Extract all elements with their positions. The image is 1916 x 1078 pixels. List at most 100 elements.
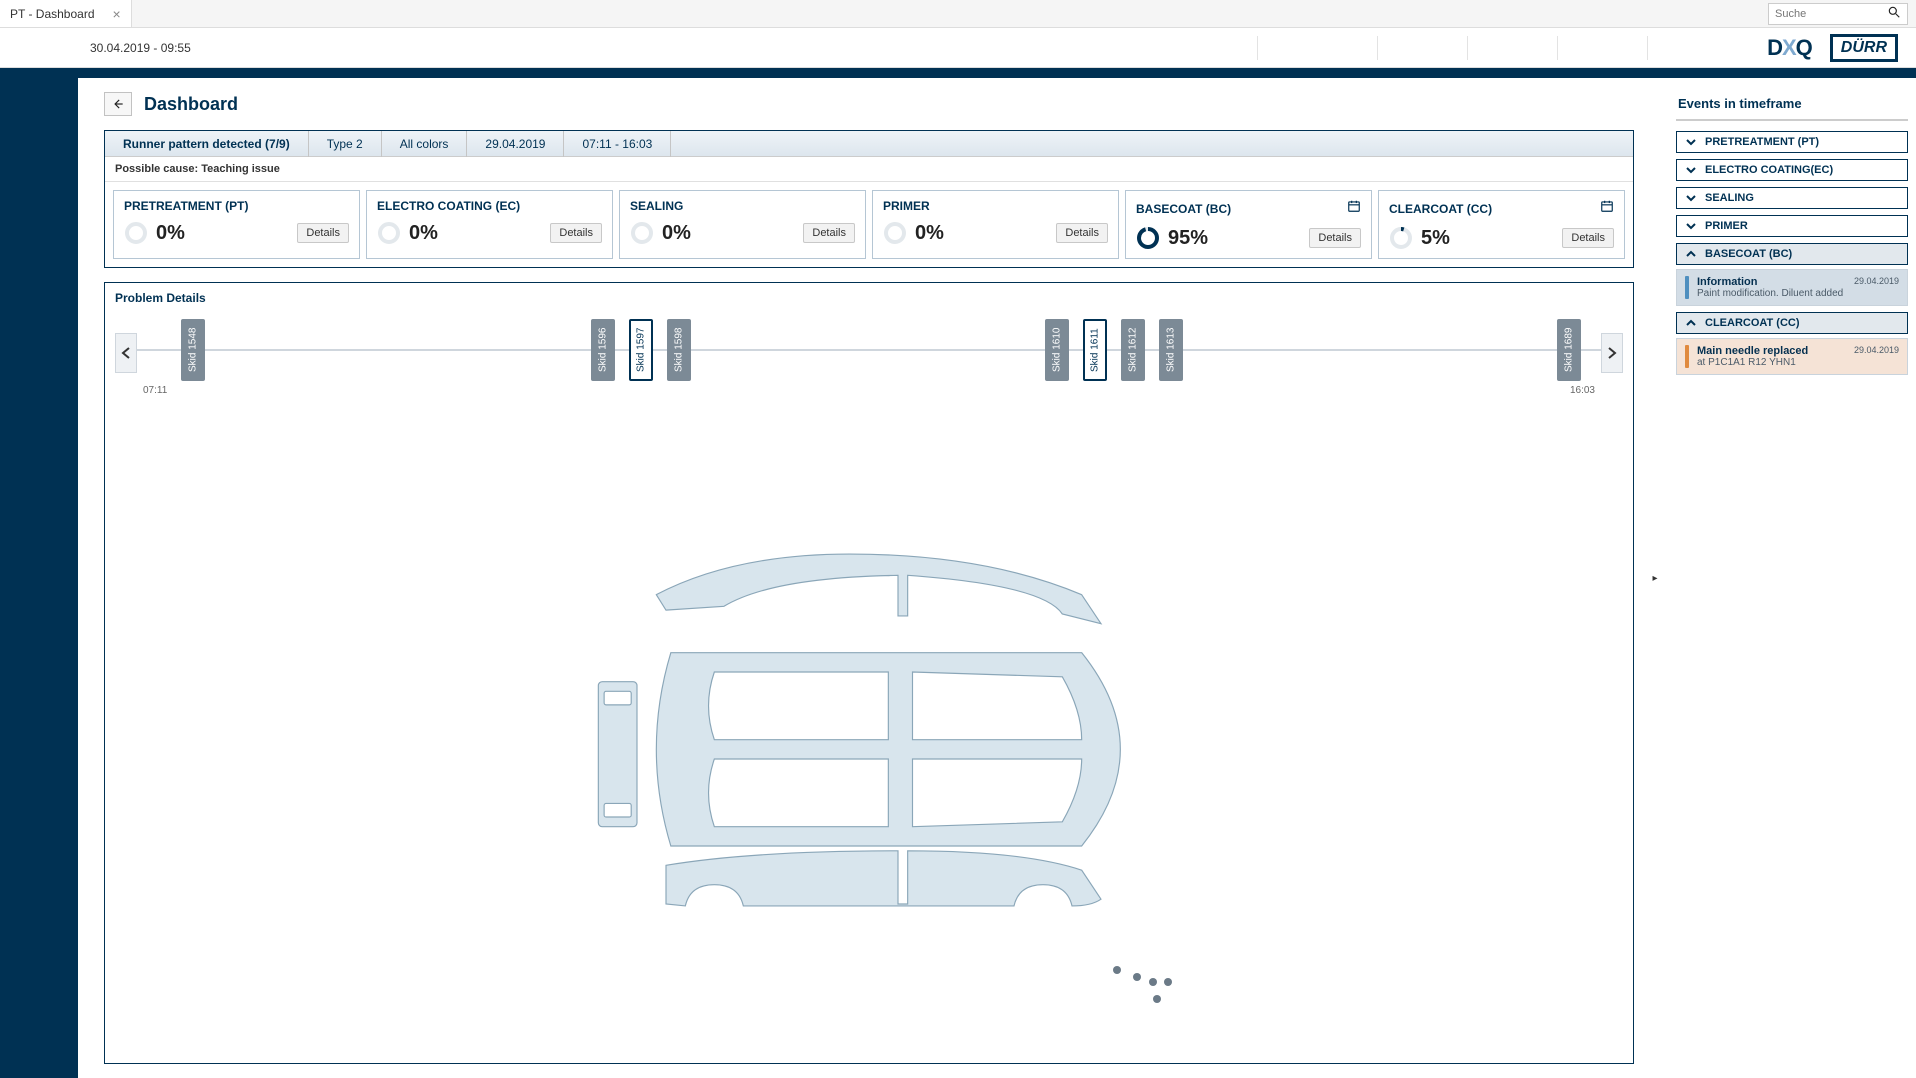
- stage-card-pt: PRETREATMENT (PT) 0% Details: [113, 190, 360, 259]
- timeline-prev-button[interactable]: [115, 333, 137, 373]
- progress-donut-icon: [1136, 226, 1160, 250]
- timeline-labels: 07:11 16:03: [121, 383, 1617, 396]
- calendar-icon[interactable]: [1600, 199, 1614, 218]
- details-button[interactable]: Details: [1056, 223, 1108, 243]
- event-group-header[interactable]: ELECTRO COATING(EC): [1676, 159, 1908, 181]
- timeline-end: 16:03: [1570, 385, 1595, 396]
- event-card[interactable]: InformationPaint modification. Diluent a…: [1676, 269, 1908, 306]
- title-row: Dashboard: [104, 92, 1634, 116]
- event-group-header[interactable]: PRIMER: [1676, 215, 1908, 237]
- progress-donut-icon: [124, 221, 148, 245]
- stage-percent: 0%: [156, 222, 185, 245]
- header: 30.04.2019 - 09:55 DXQ DÜRR: [0, 28, 1916, 68]
- stage-title: PRETREATMENT (PT): [124, 199, 248, 213]
- skid-marker[interactable]: Skid 1613: [1159, 319, 1183, 381]
- calendar-icon[interactable]: [1347, 199, 1361, 218]
- back-button[interactable]: [104, 92, 132, 116]
- chevron-down-icon: [1685, 192, 1697, 204]
- possible-cause: Possible cause: Teaching issue: [105, 157, 1633, 182]
- details-button[interactable]: Details: [550, 223, 602, 243]
- brand: DXQ DÜRR: [1737, 34, 1916, 62]
- stage-cards: PRETREATMENT (PT)0%DetailsELECTRO COATIN…: [105, 182, 1633, 267]
- timeline-line: [137, 349, 1601, 351]
- stage-card-ec: ELECTRO COATING (EC) 0% Details: [366, 190, 613, 259]
- chevron-right-icon: [1607, 347, 1617, 359]
- skid-marker[interactable]: Skid 1548: [181, 319, 205, 381]
- event-group-pt: PRETREATMENT (PT): [1676, 131, 1908, 153]
- close-icon[interactable]: ×: [113, 6, 121, 22]
- tab-bar: PT - Dashboard ×: [0, 0, 1916, 28]
- skid-marker[interactable]: Skid 1611: [1083, 319, 1107, 381]
- search-box[interactable]: [1768, 3, 1908, 25]
- skid-marker[interactable]: Skid 1610: [1045, 319, 1069, 381]
- search-input[interactable]: [1775, 8, 1881, 20]
- filter-type: Type 2: [309, 131, 382, 157]
- stage-title: PRIMER: [883, 199, 930, 213]
- stage-percent: 0%: [409, 222, 438, 245]
- skid-marker[interactable]: Skid 1597: [629, 319, 653, 381]
- chevron-up-icon: [1685, 317, 1697, 329]
- header-slot: [1467, 36, 1557, 60]
- timeline: Skid 1548 Skid 1596 Skid 1597 Skid 1598 Skid…: [105, 313, 1633, 396]
- skid-marker[interactable]: Skid 1612: [1121, 319, 1145, 381]
- datetime: 30.04.2019 - 09:55: [0, 41, 191, 55]
- details-button[interactable]: Details: [803, 223, 855, 243]
- stage-percent: 0%: [915, 222, 944, 245]
- timeline-next-button[interactable]: [1601, 333, 1623, 373]
- skid-marker[interactable]: Skid 1598: [667, 319, 691, 381]
- event-group-header[interactable]: BASECOAT (BC): [1676, 243, 1908, 265]
- stage-title: CLEARCOAT (CC): [1389, 202, 1492, 216]
- progress-donut-icon: [1389, 226, 1413, 250]
- event-card[interactable]: Main needle replacedat P1C1A1 R12 YHN129…: [1676, 338, 1908, 375]
- event-group-label: CLEARCOAT (CC): [1705, 317, 1800, 329]
- details-button[interactable]: Details: [297, 223, 349, 243]
- tab-title: PT - Dashboard: [10, 7, 95, 21]
- progress-donut-icon: [377, 221, 401, 245]
- events-title: Events in timeframe: [1676, 92, 1908, 121]
- header-slot: [1647, 36, 1737, 60]
- arrow-left-icon: [111, 97, 125, 111]
- filter-pattern: Runner pattern detected (7/9): [105, 131, 309, 157]
- details-button[interactable]: Details: [1309, 228, 1361, 248]
- timeline-start: 07:11: [143, 385, 167, 396]
- chevron-left-icon: [121, 347, 131, 359]
- filter-time: 07:11 - 16:03: [564, 131, 671, 157]
- car-body-icon: [579, 545, 1159, 915]
- filter-row: Runner pattern detected (7/9) Type 2 All…: [105, 131, 1633, 157]
- header-segments: [1257, 28, 1737, 67]
- stage-percent: 0%: [662, 222, 691, 245]
- stage-card-se: SEALING 0% Details: [619, 190, 866, 259]
- defect-marker[interactable]: [1113, 966, 1121, 974]
- left-rail: [0, 78, 78, 1078]
- header-slot: [1377, 36, 1467, 60]
- progress-donut-icon: [630, 221, 654, 245]
- dxq-logo: DXQ: [1767, 35, 1812, 61]
- stage-title: ELECTRO COATING (EC): [377, 199, 520, 213]
- defect-marker[interactable]: [1164, 978, 1172, 986]
- defect-marker[interactable]: [1153, 995, 1161, 1003]
- event-group-se: SEALING: [1676, 187, 1908, 209]
- browser-tab[interactable]: PT - Dashboard ×: [0, 0, 132, 27]
- event-group-ec: ELECTRO COATING(EC): [1676, 159, 1908, 181]
- event-group-header[interactable]: PRETREATMENT (PT): [1676, 131, 1908, 153]
- event-desc: Paint modification. Diluent added: [1697, 288, 1899, 299]
- stage-title: SEALING: [630, 199, 683, 213]
- sidebar-collapse-button[interactable]: ▸: [1650, 92, 1660, 1064]
- event-group-pr: PRIMER: [1676, 215, 1908, 237]
- skid-marker[interactable]: Skid 1596: [591, 319, 615, 381]
- accent-bar: [0, 68, 1916, 78]
- header-slot: [1257, 36, 1377, 60]
- event-group-label: ELECTRO COATING(EC): [1705, 164, 1833, 176]
- workarea: Dashboard Runner pattern detected (7/9) …: [78, 78, 1916, 1078]
- event-group-header[interactable]: SEALING: [1676, 187, 1908, 209]
- event-group-bc: BASECOAT (BC) InformationPaint modificati…: [1676, 243, 1908, 306]
- stage-card-pr: PRIMER 0% Details: [872, 190, 1119, 259]
- search-icon[interactable]: [1887, 5, 1901, 22]
- skid-marker[interactable]: Skid 1689: [1557, 319, 1581, 381]
- filter-date: 29.04.2019: [467, 131, 564, 157]
- event-group-header[interactable]: CLEARCOAT (CC): [1676, 312, 1908, 334]
- defect-marker[interactable]: [1149, 978, 1157, 986]
- chevron-down-icon: [1685, 164, 1697, 176]
- details-button[interactable]: Details: [1562, 228, 1614, 248]
- defect-marker[interactable]: [1133, 973, 1141, 981]
